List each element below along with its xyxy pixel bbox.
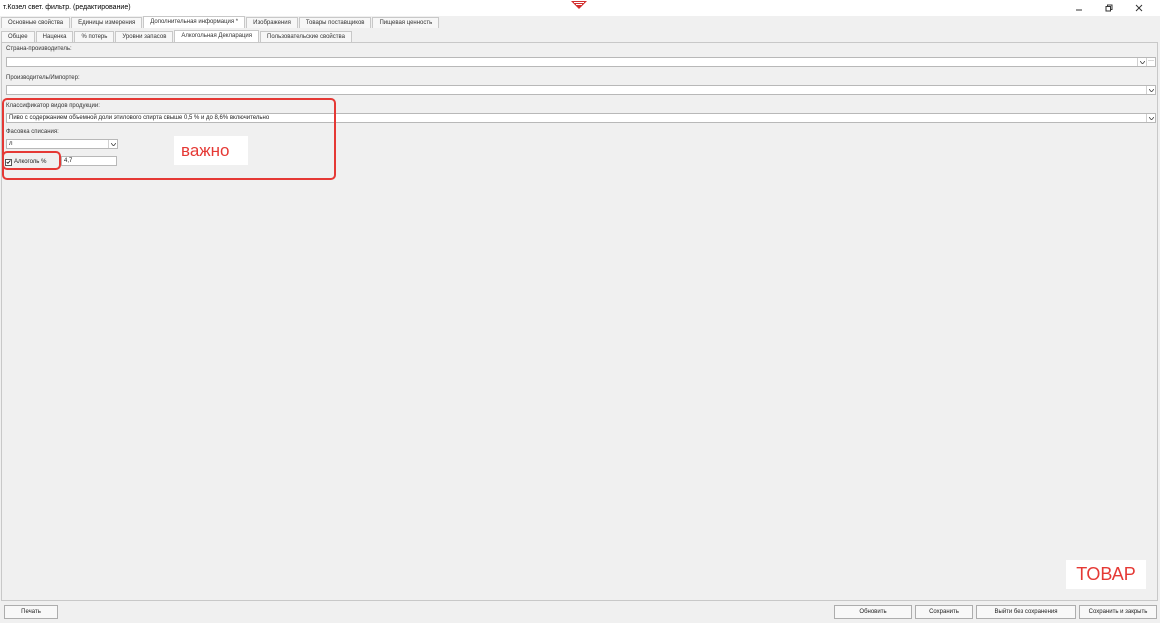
annotation-product: ТОВАР (1066, 560, 1146, 589)
subtab-custom-properties[interactable]: Пользовательские свойства (260, 31, 352, 42)
form-panel: Страна-производитель: ··· Производитель/… (1, 42, 1158, 601)
title-bar: т.Козел свет. фильтр. (редактирование) (0, 0, 1160, 16)
subtab-stock-levels[interactable]: Уровни запасов (115, 31, 174, 42)
minimize-button[interactable] (1066, 0, 1092, 16)
subtab-alcohol-declaration[interactable]: Алкогольная Декларация (174, 30, 260, 42)
tab-units[interactable]: Единицы измерения (71, 17, 143, 28)
app-logo-icon (571, 1, 587, 9)
classifier-dropdown-button[interactable] (1146, 114, 1155, 122)
save-and-close-button[interactable]: Сохранить и закрыть (1079, 605, 1157, 619)
country-field[interactable]: ··· (6, 57, 1156, 67)
chevron-down-icon (1148, 88, 1154, 92)
subtab-markup[interactable]: Наценка (35, 31, 74, 42)
restore-button[interactable] (1096, 0, 1122, 16)
exit-without-save-button[interactable]: Выйти без сохранения (976, 605, 1076, 619)
highlight-frame-alcohol (2, 151, 61, 170)
main-tabs: Основные свойства Единицы измерения Допо… (1, 16, 440, 28)
print-button[interactable]: Печать (4, 605, 58, 619)
country-dropdown-button[interactable] (1137, 58, 1146, 66)
chevron-down-icon (1139, 60, 1145, 64)
country-label: Страна-производитель: (6, 46, 72, 52)
tab-main-properties[interactable]: Основные свойства (1, 17, 71, 28)
tab-supplier-goods[interactable]: Товары поставщиков (298, 17, 372, 28)
window-title: т.Козел свет. фильтр. (редактирование) (3, 4, 131, 11)
tab-images[interactable]: Изображения (246, 17, 298, 28)
ellipsis-icon: ··· (1148, 58, 1154, 64)
save-button[interactable]: Сохранить (915, 605, 973, 619)
close-icon (1135, 4, 1143, 12)
close-button[interactable] (1126, 0, 1152, 16)
bottom-button-bar: Печать Обновить Сохранить Выйти без сохр… (0, 601, 1160, 623)
producer-field[interactable] (6, 85, 1156, 95)
country-browse-button[interactable]: ··· (1146, 58, 1155, 66)
subtab-loss-percent[interactable]: % потерь (74, 31, 115, 42)
restore-icon (1105, 4, 1113, 12)
chevron-down-icon (1148, 116, 1154, 120)
producer-label: Производитель/Импортер: (6, 75, 80, 81)
annotation-important: важно (174, 136, 248, 165)
tab-additional-info[interactable]: Дополнительная информация * (143, 16, 246, 28)
producer-dropdown-button[interactable] (1146, 86, 1155, 94)
minimize-icon (1076, 9, 1082, 11)
tab-nutrition[interactable]: Пищевая ценность (372, 17, 440, 28)
subtab-general[interactable]: Общее (1, 31, 35, 42)
sub-tabs: Общее Наценка % потерь Уровни запасов Ал… (1, 30, 353, 42)
refresh-button[interactable]: Обновить (834, 605, 912, 619)
